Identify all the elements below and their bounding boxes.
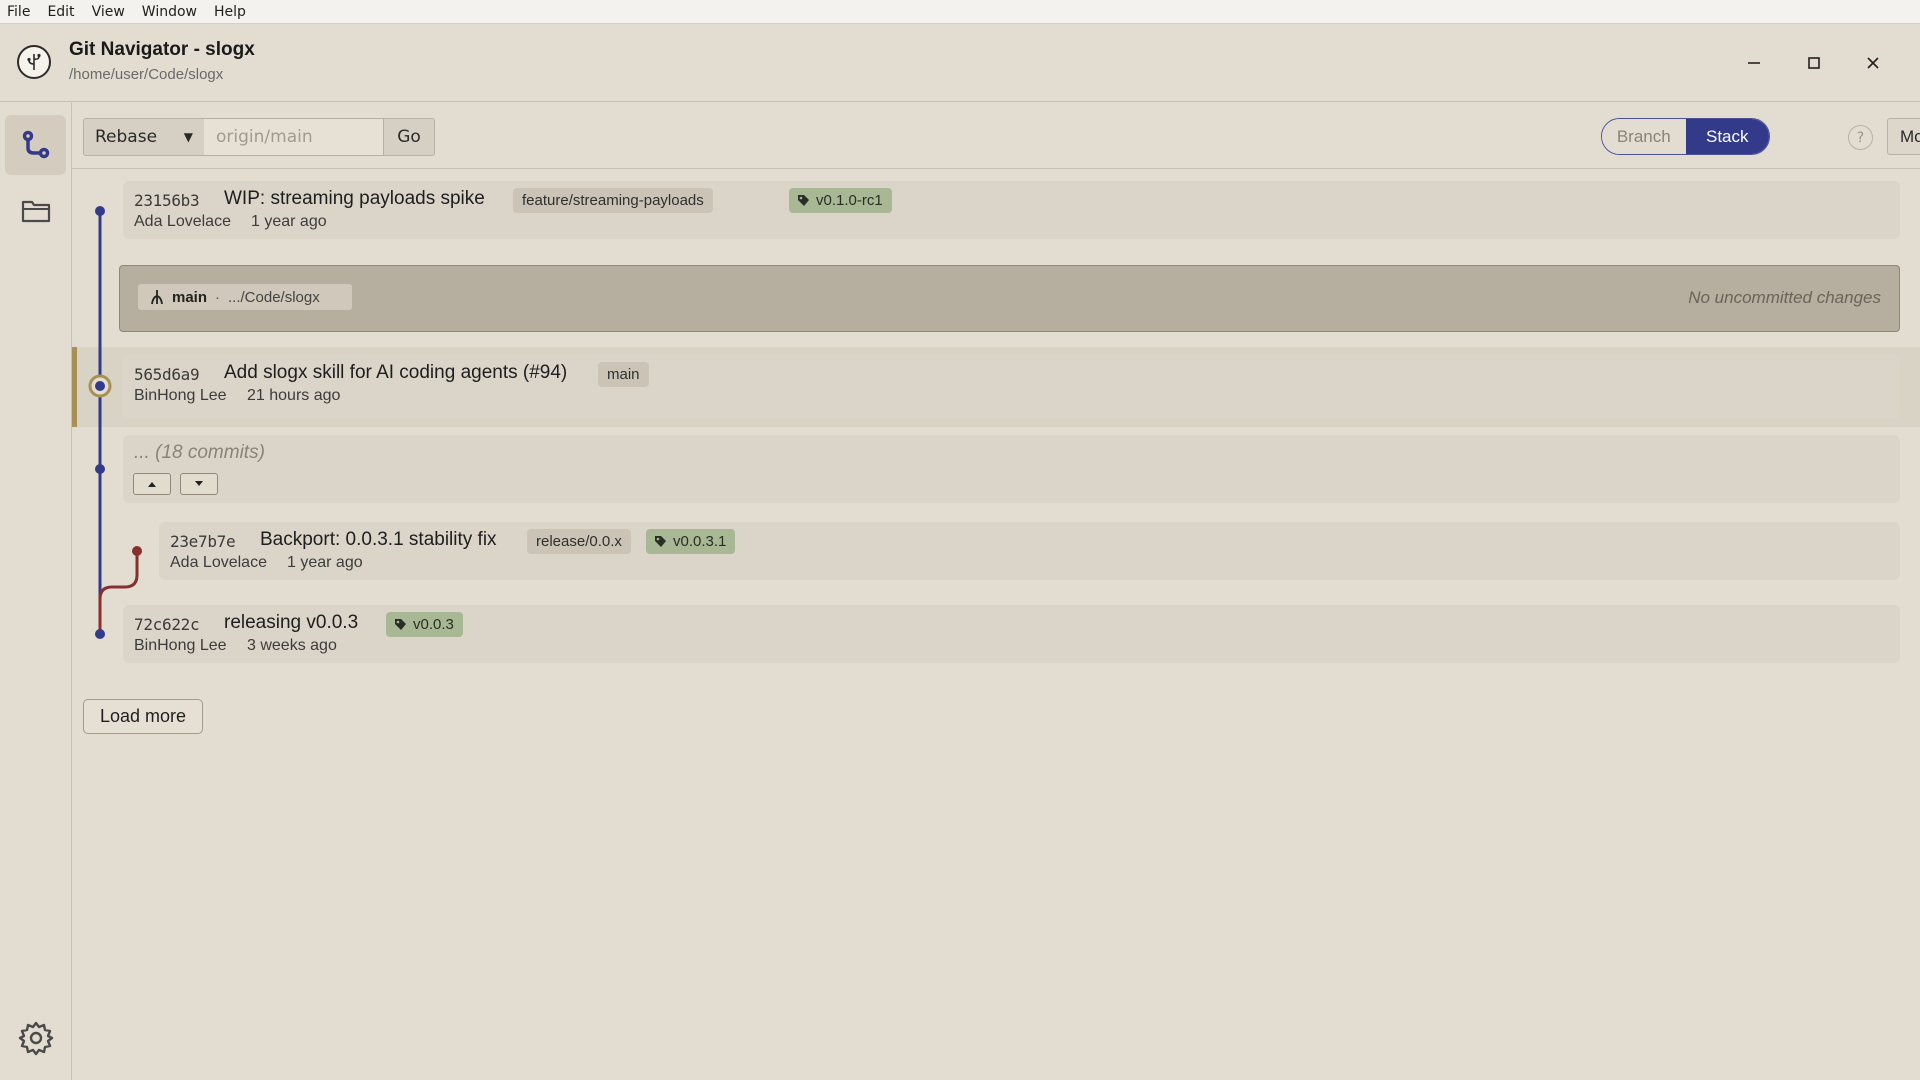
minimize-button[interactable] bbox=[1743, 52, 1765, 74]
expand-down-button[interactable] bbox=[180, 473, 218, 495]
tag-badge[interactable]: v0.0.3 bbox=[386, 612, 463, 637]
commit-message: Add slogx skill for AI coding agents (#9… bbox=[224, 362, 568, 383]
commit-sha: 23156b3 bbox=[134, 191, 200, 210]
menu-help[interactable]: Help bbox=[214, 4, 246, 20]
commit-author: Ada Lovelace bbox=[170, 554, 267, 571]
menu-edit[interactable]: Edit bbox=[47, 4, 74, 20]
commit-time: 21 hours ago bbox=[247, 387, 341, 404]
commit-sha: 565d6a9 bbox=[134, 365, 200, 384]
tag-label: v0.0.3 bbox=[413, 616, 454, 633]
collapsed-commits[interactable]: ... (18 commits) bbox=[123, 435, 1900, 503]
worktree-separator: · bbox=[215, 288, 221, 306]
commit-graph-view: 23156b3 WIP: streaming payloads spike fe… bbox=[72, 170, 1920, 1080]
commit-author: BinHong Lee bbox=[134, 637, 227, 654]
worktree-chip: main · .../Code/slogx bbox=[138, 284, 352, 310]
view-toggle: Branch Stack bbox=[1601, 118, 1770, 155]
go-button[interactable]: Go bbox=[383, 118, 435, 156]
commit-sha: 72c622c bbox=[134, 615, 200, 634]
branch-badge[interactable]: feature/streaming-payloads bbox=[513, 188, 713, 213]
commit-row-head[interactable]: 565d6a9 Add slogx skill for AI coding ag… bbox=[123, 355, 1900, 419]
branch-fork-icon bbox=[151, 290, 163, 305]
gear-icon bbox=[18, 1021, 54, 1056]
menu-view[interactable]: View bbox=[92, 4, 125, 20]
repo-path: /home/user/Code/slogx bbox=[69, 66, 224, 83]
collapsed-count: ... (18 commits) bbox=[134, 442, 265, 463]
commit-message: Backport: 0.0.3.1 stability fix bbox=[260, 529, 497, 550]
tag-label: v0.0.3.1 bbox=[673, 533, 727, 550]
menu-window[interactable]: Window bbox=[142, 4, 197, 20]
commit-time: 3 weeks ago bbox=[247, 637, 337, 654]
branch-badge[interactable]: release/0.0.x bbox=[527, 529, 631, 554]
help-icon: ? bbox=[1856, 129, 1865, 146]
commit-row[interactable]: 72c622c releasing v0.0.3 v0.0.3 BinHong … bbox=[123, 605, 1900, 663]
more-button[interactable]: More bbox=[1887, 118, 1920, 155]
commit-node bbox=[95, 464, 105, 474]
toolbar: Rebase ▼ Go Branch Stack ? More bbox=[72, 103, 1920, 169]
mode-select[interactable]: Rebase ▼ bbox=[83, 118, 205, 156]
worktree-path: .../Code/slogx bbox=[228, 288, 320, 306]
folder-icon bbox=[21, 200, 50, 223]
title-bar: Git Navigator - slogx /home/user/Code/sl… bbox=[0, 24, 1920, 102]
worktree-row[interactable]: main · .../Code/slogx No uncommitted cha… bbox=[119, 265, 1900, 332]
ref-input[interactable] bbox=[204, 118, 384, 156]
files-view-button[interactable] bbox=[5, 183, 66, 239]
menu-file[interactable]: File bbox=[7, 4, 30, 20]
commit-message: releasing v0.0.3 bbox=[224, 612, 359, 633]
branch-badge[interactable]: main bbox=[598, 362, 649, 387]
tag-badge[interactable]: v0.1.0-rc1 bbox=[789, 188, 892, 213]
close-button[interactable] bbox=[1862, 52, 1884, 74]
mode-select-value: Rebase bbox=[95, 127, 158, 147]
tag-icon bbox=[394, 618, 407, 631]
commit-graph-lines bbox=[88, 206, 142, 639]
worktree-branch: main bbox=[172, 288, 208, 306]
settings-button[interactable] bbox=[14, 1016, 58, 1060]
tag-label: v0.1.0-rc1 bbox=[816, 192, 883, 209]
worktree-status: No uncommitted changes bbox=[1688, 288, 1881, 307]
help-button[interactable]: ? bbox=[1848, 125, 1873, 150]
commit-time: 1 year ago bbox=[251, 213, 327, 230]
tag-icon bbox=[797, 194, 810, 207]
graph-view-button[interactable] bbox=[5, 115, 66, 175]
commit-author: BinHong Lee bbox=[134, 387, 227, 404]
menu-bar: File Edit View Window Help bbox=[0, 0, 1920, 24]
caret-up-icon bbox=[148, 482, 156, 487]
load-more-button[interactable]: Load more bbox=[83, 699, 203, 734]
branch-view-toggle[interactable]: Branch bbox=[1602, 119, 1686, 154]
maximize-icon bbox=[1808, 57, 1820, 69]
commit-node bbox=[95, 629, 105, 639]
more-label: More bbox=[1900, 126, 1920, 146]
stack-view-toggle[interactable]: Stack bbox=[1685, 119, 1769, 154]
commit-node bbox=[95, 206, 105, 216]
minimize-icon bbox=[1748, 62, 1760, 64]
commit-node bbox=[132, 546, 142, 556]
app-logo-icon bbox=[17, 45, 51, 79]
commit-row[interactable]: 23156b3 WIP: streaming payloads spike fe… bbox=[123, 181, 1900, 239]
caret-down-icon bbox=[195, 481, 203, 486]
window-title: Git Navigator - slogx bbox=[69, 39, 255, 60]
commit-message: WIP: streaming payloads spike bbox=[224, 188, 485, 209]
side-rail bbox=[0, 103, 72, 1080]
maximize-button[interactable] bbox=[1803, 52, 1825, 74]
commit-author: Ada Lovelace bbox=[134, 213, 231, 230]
close-icon bbox=[1867, 57, 1879, 69]
tag-icon bbox=[654, 535, 667, 548]
chevron-down-icon: ▼ bbox=[183, 130, 193, 144]
git-graph-icon bbox=[22, 130, 49, 159]
tag-badge[interactable]: v0.0.3.1 bbox=[646, 529, 736, 554]
expand-up-button[interactable] bbox=[133, 473, 171, 495]
commit-row[interactable]: 23e7b7e Backport: 0.0.3.1 stability fix … bbox=[159, 522, 1900, 580]
commit-time: 1 year ago bbox=[287, 554, 363, 571]
commit-sha: 23e7b7e bbox=[170, 532, 236, 551]
